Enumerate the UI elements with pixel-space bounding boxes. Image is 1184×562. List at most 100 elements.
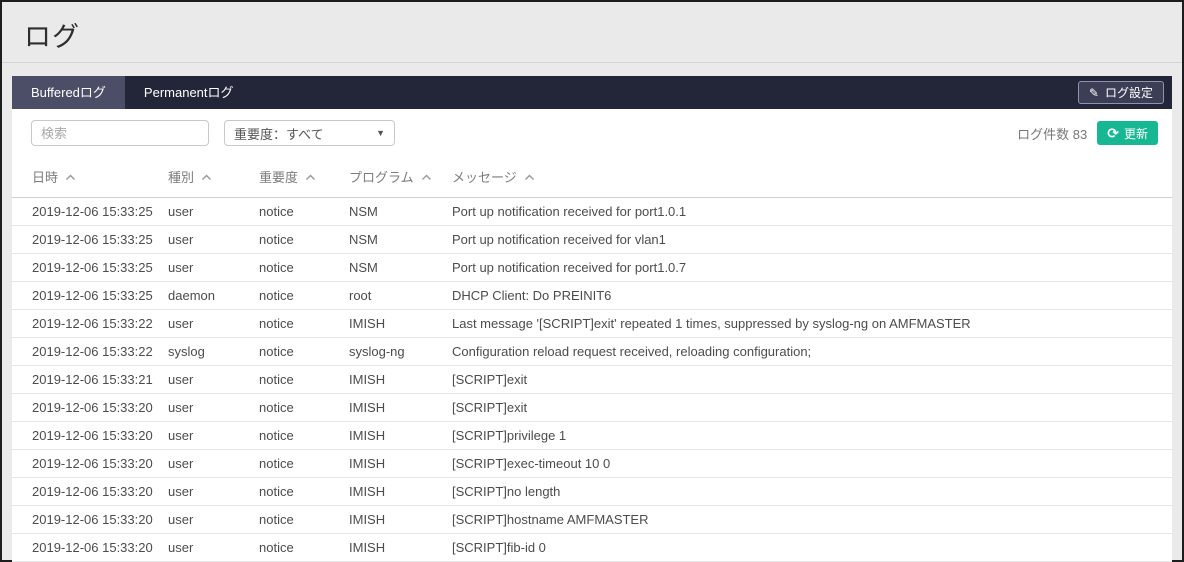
- table-cell-type: user: [168, 478, 259, 506]
- table-cell-program: NSM: [349, 254, 452, 282]
- log-settings-button[interactable]: ✎ ログ設定: [1078, 81, 1164, 104]
- table-header-row: 日時 種別 重要度 プログラム メッセージ: [12, 155, 1172, 198]
- table-cell-severity: notice: [259, 534, 349, 562]
- table-cell-severity: notice: [259, 394, 349, 422]
- table-cell-type: user: [168, 310, 259, 338]
- column-label: 重要度: [259, 170, 298, 185]
- table-row: 2019-12-06 15:33:20usernoticeIMISH[SCRIP…: [12, 506, 1172, 534]
- table-cell-program: NSM: [349, 226, 452, 254]
- table-cell-type: user: [168, 534, 259, 562]
- column-header-type[interactable]: 種別: [168, 155, 259, 198]
- table-cell-type: user: [168, 450, 259, 478]
- log-settings-label: ログ設定: [1105, 84, 1153, 101]
- table-cell-message: Port up notification received for port1.…: [452, 198, 1172, 226]
- severity-select-value: 重要度：すべて: [234, 124, 324, 143]
- table-cell-type: user: [168, 254, 259, 282]
- table-cell-severity: notice: [259, 226, 349, 254]
- table-cell-datetime: 2019-12-06 15:33:20: [12, 534, 168, 562]
- sort-up-icon: [524, 174, 535, 181]
- column-label: 種別: [168, 170, 194, 185]
- table-cell-message: Configuration reload request received, r…: [452, 338, 1172, 366]
- table-cell-program: IMISH: [349, 506, 452, 534]
- sort-up-icon: [65, 174, 76, 181]
- table-cell-datetime: 2019-12-06 15:33:21: [12, 366, 168, 394]
- table-cell-severity: notice: [259, 282, 349, 310]
- table-cell-message: [SCRIPT]exit: [452, 366, 1172, 394]
- column-label: プログラム: [349, 170, 414, 185]
- table-row: 2019-12-06 15:33:25daemonnoticerootDHCP …: [12, 282, 1172, 310]
- sort-up-icon: [201, 174, 212, 181]
- table-cell-type: user: [168, 226, 259, 254]
- table-cell-program: IMISH: [349, 478, 452, 506]
- log-count-label: ログ件数 83: [1017, 124, 1087, 143]
- log-table: 日時 種別 重要度 プログラム メッセージ 2019-12-0: [12, 155, 1172, 562]
- table-row: 2019-12-06 15:33:25usernoticeNSMPort up …: [12, 198, 1172, 226]
- table-cell-message: [SCRIPT]fib-id 0: [452, 534, 1172, 562]
- column-header-program[interactable]: プログラム: [349, 155, 452, 198]
- log-page: ログ Bufferedログ Permanentログ ✎ ログ設定 重要度：すべて…: [2, 2, 1182, 562]
- log-card: Bufferedログ Permanentログ ✎ ログ設定 重要度：すべて ▼ …: [12, 76, 1172, 562]
- table-row: 2019-12-06 15:33:20usernoticeIMISH[SCRIP…: [12, 394, 1172, 422]
- table-cell-severity: notice: [259, 478, 349, 506]
- table-cell-program: IMISH: [349, 450, 452, 478]
- table-row: 2019-12-06 15:33:22syslognoticesyslog-ng…: [12, 338, 1172, 366]
- table-cell-type: user: [168, 506, 259, 534]
- refresh-icon: ⟳: [1107, 126, 1119, 140]
- table-cell-program: NSM: [349, 198, 452, 226]
- table-row: 2019-12-06 15:33:20usernoticeIMISH[SCRIP…: [12, 450, 1172, 478]
- table-cell-severity: notice: [259, 422, 349, 450]
- column-header-datetime[interactable]: 日時: [12, 155, 168, 198]
- table-cell-datetime: 2019-12-06 15:33:25: [12, 198, 168, 226]
- table-cell-datetime: 2019-12-06 15:33:25: [12, 282, 168, 310]
- table-cell-type: user: [168, 394, 259, 422]
- table-cell-program: IMISH: [349, 394, 452, 422]
- tab-bar: Bufferedログ Permanentログ ✎ ログ設定: [12, 76, 1172, 109]
- table-cell-severity: notice: [259, 254, 349, 282]
- pencil-icon: ✎: [1089, 87, 1099, 99]
- table-cell-datetime: 2019-12-06 15:33:20: [12, 394, 168, 422]
- table-cell-program: IMISH: [349, 366, 452, 394]
- refresh-button[interactable]: ⟳ 更新: [1097, 121, 1158, 145]
- table-cell-severity: notice: [259, 198, 349, 226]
- table-cell-program: syslog-ng: [349, 338, 452, 366]
- severity-select[interactable]: 重要度：すべて ▼: [224, 120, 395, 146]
- table-cell-program: IMISH: [349, 534, 452, 562]
- page-header: ログ: [2, 2, 1182, 63]
- page-title: ログ: [24, 15, 1182, 54]
- table-row: 2019-12-06 15:33:22usernoticeIMISHLast m…: [12, 310, 1172, 338]
- table-cell-program: IMISH: [349, 310, 452, 338]
- column-label: 日時: [32, 170, 58, 185]
- sort-up-icon: [305, 174, 316, 181]
- table-cell-datetime: 2019-12-06 15:33:20: [12, 478, 168, 506]
- table-cell-program: IMISH: [349, 422, 452, 450]
- table-cell-severity: notice: [259, 506, 349, 534]
- tab-buffered-log[interactable]: Bufferedログ: [12, 76, 125, 109]
- table-cell-severity: notice: [259, 366, 349, 394]
- table-cell-type: syslog: [168, 338, 259, 366]
- table-cell-datetime: 2019-12-06 15:33:20: [12, 422, 168, 450]
- tab-permanent-log[interactable]: Permanentログ: [125, 76, 253, 109]
- table-cell-type: daemon: [168, 282, 259, 310]
- table-cell-message: [SCRIPT]no length: [452, 478, 1172, 506]
- column-header-message[interactable]: メッセージ: [452, 155, 1172, 198]
- chevron-down-icon: ▼: [376, 128, 385, 138]
- table-cell-severity: notice: [259, 338, 349, 366]
- table-row: 2019-12-06 15:33:20usernoticeIMISH[SCRIP…: [12, 478, 1172, 506]
- column-label: メッセージ: [452, 170, 517, 185]
- table-cell-datetime: 2019-12-06 15:33:20: [12, 450, 168, 478]
- table-cell-type: user: [168, 422, 259, 450]
- search-input[interactable]: [31, 120, 209, 146]
- table-cell-severity: notice: [259, 450, 349, 478]
- column-header-severity[interactable]: 重要度: [259, 155, 349, 198]
- table-row: 2019-12-06 15:33:21usernoticeIMISH[SCRIP…: [12, 366, 1172, 394]
- table-cell-severity: notice: [259, 310, 349, 338]
- table-cell-datetime: 2019-12-06 15:33:22: [12, 310, 168, 338]
- table-row: 2019-12-06 15:33:25usernoticeNSMPort up …: [12, 226, 1172, 254]
- table-cell-datetime: 2019-12-06 15:33:25: [12, 226, 168, 254]
- table-cell-datetime: 2019-12-06 15:33:25: [12, 254, 168, 282]
- table-cell-datetime: 2019-12-06 15:33:22: [12, 338, 168, 366]
- table-cell-message: DHCP Client: Do PREINIT6: [452, 282, 1172, 310]
- table-row: 2019-12-06 15:33:20usernoticeIMISH[SCRIP…: [12, 534, 1172, 562]
- table-cell-type: user: [168, 366, 259, 394]
- filter-bar: 重要度：すべて ▼ ログ件数 83 ⟳ 更新: [12, 109, 1172, 155]
